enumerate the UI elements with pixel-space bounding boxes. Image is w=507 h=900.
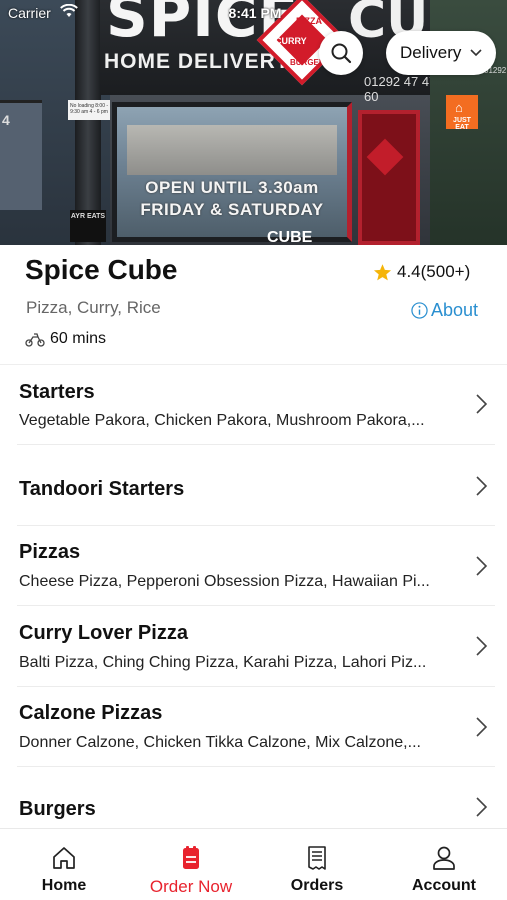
category-row-tandoori-starters[interactable]: Tandoori Starters	[0, 445, 507, 526]
restaurant-rating: 4.4(500+)	[373, 262, 470, 282]
category-row-starters[interactable]: Starters Vegetable Pakora, Chicken Pakor…	[0, 365, 507, 445]
category-title: Calzone Pizzas	[19, 702, 163, 724]
chevron-right-icon	[476, 394, 488, 414]
delivery-mode-dropdown[interactable]: Delivery	[386, 31, 496, 75]
wifi-icon	[60, 4, 78, 17]
fascia-subtitle: HOME DELIVERY	[104, 50, 291, 73]
restaurant-name: Spice Cube	[25, 254, 178, 285]
about-link[interactable]: About	[411, 300, 478, 321]
lamp-sign: AYR EATS	[70, 210, 106, 242]
restaurant-cuisines: Pizza, Curry, Rice	[26, 298, 161, 317]
shop-number: 4	[2, 112, 10, 128]
tab-label: Orders	[290, 877, 344, 894]
tab-home[interactable]: Home	[22, 829, 106, 900]
chevron-right-icon	[476, 717, 488, 737]
category-title: Curry Lover Pizza	[19, 622, 188, 644]
category-title: Burgers	[19, 798, 96, 820]
window-text-line-2: FRIDAY & SATURDAY	[140, 200, 324, 219]
bottom-tab-bar: Home Order Now Orders Account	[0, 828, 507, 900]
star-icon	[373, 263, 392, 280]
diamond-text-curry: CURRY	[275, 36, 307, 46]
receipt-icon	[308, 846, 326, 870]
info-icon	[411, 302, 428, 319]
about-label: About	[431, 300, 479, 320]
shop-window: OPEN UNTIL 3.30am FRIDAY & SATURDAY CUBE	[112, 102, 352, 245]
category-row-burgers[interactable]: Burgers	[0, 767, 507, 828]
delivery-mode-label: Delivery	[400, 43, 462, 62]
chevron-right-icon	[476, 636, 488, 656]
shop-door	[358, 110, 420, 245]
chevron-right-icon	[476, 797, 488, 817]
delivery-time: 60 mins	[25, 330, 106, 348]
tab-label: Account	[412, 877, 476, 894]
lamp-post	[75, 0, 101, 245]
fascia-phone: 01292 47 47 60	[364, 74, 437, 104]
category-title: Pizzas	[19, 541, 81, 563]
category-row-pizzas[interactable]: Pizzas Cheese Pizza, Pepperoni Obsession…	[0, 526, 507, 606]
tab-label: Home	[41, 877, 87, 894]
category-items: Donner Calzone, Chicken Tikka Calzone, M…	[19, 734, 421, 751]
category-title: Tandoori Starters	[19, 478, 185, 500]
category-items: Vegetable Pakora, Chicken Pakora, Mushro…	[19, 412, 425, 429]
status-carrier: Carrier	[8, 5, 51, 21]
rating-value: 4.4(500+)	[397, 262, 471, 281]
parking-notice: No loading 8:00 - 9:30 am 4 - 6 pm	[68, 100, 110, 120]
person-icon	[433, 846, 455, 870]
diamond-text-pizza: PIZZA	[296, 16, 322, 26]
search-icon	[331, 43, 352, 64]
tab-label: Order Now	[149, 877, 233, 896]
window-text-line-1: OPEN UNTIL 3.30am	[145, 178, 319, 197]
scooter-icon	[25, 332, 45, 347]
delivery-time-value: 60 mins	[50, 330, 107, 347]
tab-order-now[interactable]: Order Now	[136, 829, 246, 900]
chevron-right-icon	[476, 476, 488, 496]
home-icon	[53, 847, 75, 869]
chevron-right-icon	[476, 556, 488, 576]
house-icon: ⌂	[455, 100, 463, 115]
search-button[interactable]	[319, 31, 363, 75]
tab-account[interactable]: Account	[397, 829, 491, 900]
category-items: Cheese Pizza, Pepperoni Obsession Pizza,…	[19, 573, 430, 590]
window-brand-suffix: CUBE	[267, 229, 313, 245]
category-items: Balti Pizza, Ching Ching Pizza, Karahi P…	[19, 654, 427, 671]
category-row-calzone-pizzas[interactable]: Calzone Pizzas Donner Calzone, Chicken T…	[0, 687, 507, 767]
status-time: 8:41 PM	[228, 5, 282, 21]
category-title: Starters	[19, 381, 95, 403]
order-icon	[183, 846, 199, 869]
chevron-down-icon	[470, 49, 482, 57]
tab-orders[interactable]: Orders	[272, 829, 362, 900]
category-row-curry-lover-pizza[interactable]: Curry Lover Pizza Balti Pizza, Ching Chi…	[0, 606, 507, 687]
